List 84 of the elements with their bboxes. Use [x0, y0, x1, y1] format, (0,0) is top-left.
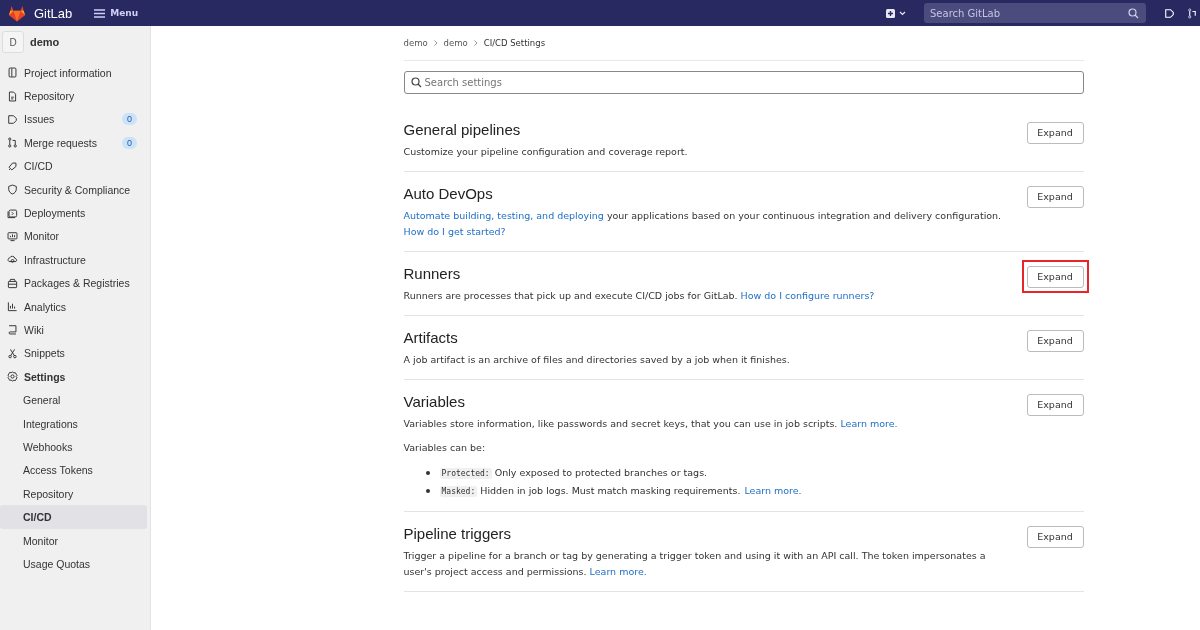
expand-button[interactable]: Expand: [1026, 185, 1084, 208]
count-badge: 0: [122, 113, 137, 126]
search-icon: [1128, 7, 1139, 19]
sidebar-item[interactable]: Usage Quotas: [0, 552, 147, 576]
settings-icon: [7, 371, 18, 383]
section-title: Runners: [403, 265, 462, 282]
section-title: Pipeline triggers: [403, 525, 513, 542]
section-title: Auto DevOps: [403, 185, 494, 202]
sidebar-item[interactable]: Packages & Registries: [0, 271, 147, 295]
cloud-icon: [7, 254, 18, 266]
count-badge: 0: [122, 136, 137, 149]
search-field[interactable]: Search GitLab: [924, 3, 1146, 23]
menu-button[interactable]: Menu: [90, 6, 143, 20]
section-description: Variables store information, like passwords and secret keys, that you can use in job scripts. Learn more.: [403, 417, 899, 431]
document-icon: [7, 67, 18, 79]
sidebar-item[interactable]: Issues 0: [0, 107, 147, 132]
sidebar-item[interactable]: CI/CD: [0, 505, 147, 529]
fox-logo-icon: [8, 4, 26, 22]
settings-search-field[interactable]: Search settings: [403, 71, 1084, 94]
file-icon: [7, 90, 18, 102]
bullet-icon: [425, 489, 430, 493]
chart-icon: [7, 301, 18, 313]
sidebar-item[interactable]: Security & Compliance: [0, 177, 147, 202]
help-link[interactable]: Learn more.: [744, 483, 802, 499]
expand-button[interactable]: Expand: [1026, 329, 1084, 352]
project-name[interactable]: demo: [30, 36, 60, 48]
project-avatar: D: [2, 31, 24, 53]
help-link[interactable]: How do I get started?: [403, 226, 506, 237]
sidebar-item[interactable]: Wiki: [0, 318, 147, 342]
section-title: Artifacts: [403, 329, 459, 346]
expand-button[interactable]: Expand: [1026, 525, 1084, 548]
issue-icon: [7, 113, 18, 125]
sidebar-item[interactable]: Merge requests 0: [0, 131, 147, 155]
monitor-icon: [7, 230, 18, 242]
help-link[interactable]: Learn more.: [589, 566, 647, 577]
package-icon: [7, 277, 18, 289]
sidebar-item[interactable]: CI/CD: [0, 154, 147, 178]
breadcrumb-link[interactable]: demo: [443, 38, 468, 48]
bullet-text: Masked: Hidden in job logs. Must match masking requirements.: [439, 484, 741, 499]
caret-icon: [899, 10, 906, 16]
expand-button[interactable]: Expand: [1026, 121, 1084, 144]
section-title: Variables: [403, 393, 466, 410]
sidebar-item[interactable]: General: [0, 388, 147, 412]
rocket-icon: [7, 160, 18, 172]
new-dropdown-button[interactable]: [884, 6, 908, 20]
expand-button[interactable]: Expand: [1026, 393, 1084, 416]
sidebar-item[interactable]: Infrastructure: [0, 248, 147, 272]
menu-icon: [94, 8, 106, 18]
help-link[interactable]: How do I configure runners?: [740, 290, 875, 301]
help-link[interactable]: Learn more.: [840, 418, 898, 429]
sidebar-item[interactable]: Access Tokens: [0, 458, 147, 483]
sidebar-item[interactable]: Repository: [0, 84, 147, 108]
breadcrumb-link[interactable]: demo: [403, 38, 428, 48]
shield-icon: [7, 184, 18, 196]
bullet-text: Protected: Only exposed to protected branches or tags.: [439, 466, 708, 481]
sidebar-item[interactable]: Deployments: [0, 201, 147, 225]
expand-button[interactable]: Expand: [1026, 265, 1084, 288]
bullet-icon: [425, 471, 430, 475]
sidebar-item[interactable]: Monitor: [0, 528, 147, 553]
section-title: General pipelines: [403, 121, 522, 138]
section-description: Automate building, testing, and deploying your applications based on your continuous integration and delivery configuration. How do I get started?: [403, 209, 1002, 239]
merge-request-icon: [7, 137, 18, 149]
sidebar-item[interactable]: Settings: [0, 365, 147, 389]
scissors-icon: [7, 347, 18, 359]
section-description: Runners are processes that pick up and execute CI/CD jobs for GitLab. How do I configure runners?: [403, 289, 876, 303]
section-description: Trigger a pipeline for a branch or tag by generating a trigger token and using it with an API call. The token impersonates a user's project access and permissions. Learn more.: [403, 549, 987, 579]
sidebar-item[interactable]: Project information: [0, 61, 147, 85]
sidebar-item[interactable]: Integrations: [0, 411, 147, 436]
section-note: Variables can be:: [403, 441, 487, 455]
help-link[interactable]: Automate building, testing, and deploying: [403, 210, 604, 221]
sidebar-item[interactable]: Analytics: [0, 294, 147, 319]
sidebar-item[interactable]: Webhooks: [0, 435, 147, 459]
sidebar-item[interactable]: Monitor: [0, 224, 147, 249]
plus-icon: [886, 8, 895, 18]
chevron-icon: [473, 40, 478, 46]
section-description: A job artifact is an archive of files and directories saved by a job when it finishes.: [403, 353, 791, 367]
chevron-icon: [433, 40, 438, 46]
sidebar-item[interactable]: Snippets: [0, 341, 147, 366]
sidebar-item[interactable]: Repository: [0, 482, 147, 506]
deploy-icon: [7, 207, 18, 219]
breadcrumb-link[interactable]: CI/CD Settings: [483, 38, 546, 48]
brand-name: GitLab: [34, 5, 73, 21]
book-icon: [7, 324, 18, 336]
section-description: Customize your pipeline configuration and coverage report.: [403, 145, 689, 159]
